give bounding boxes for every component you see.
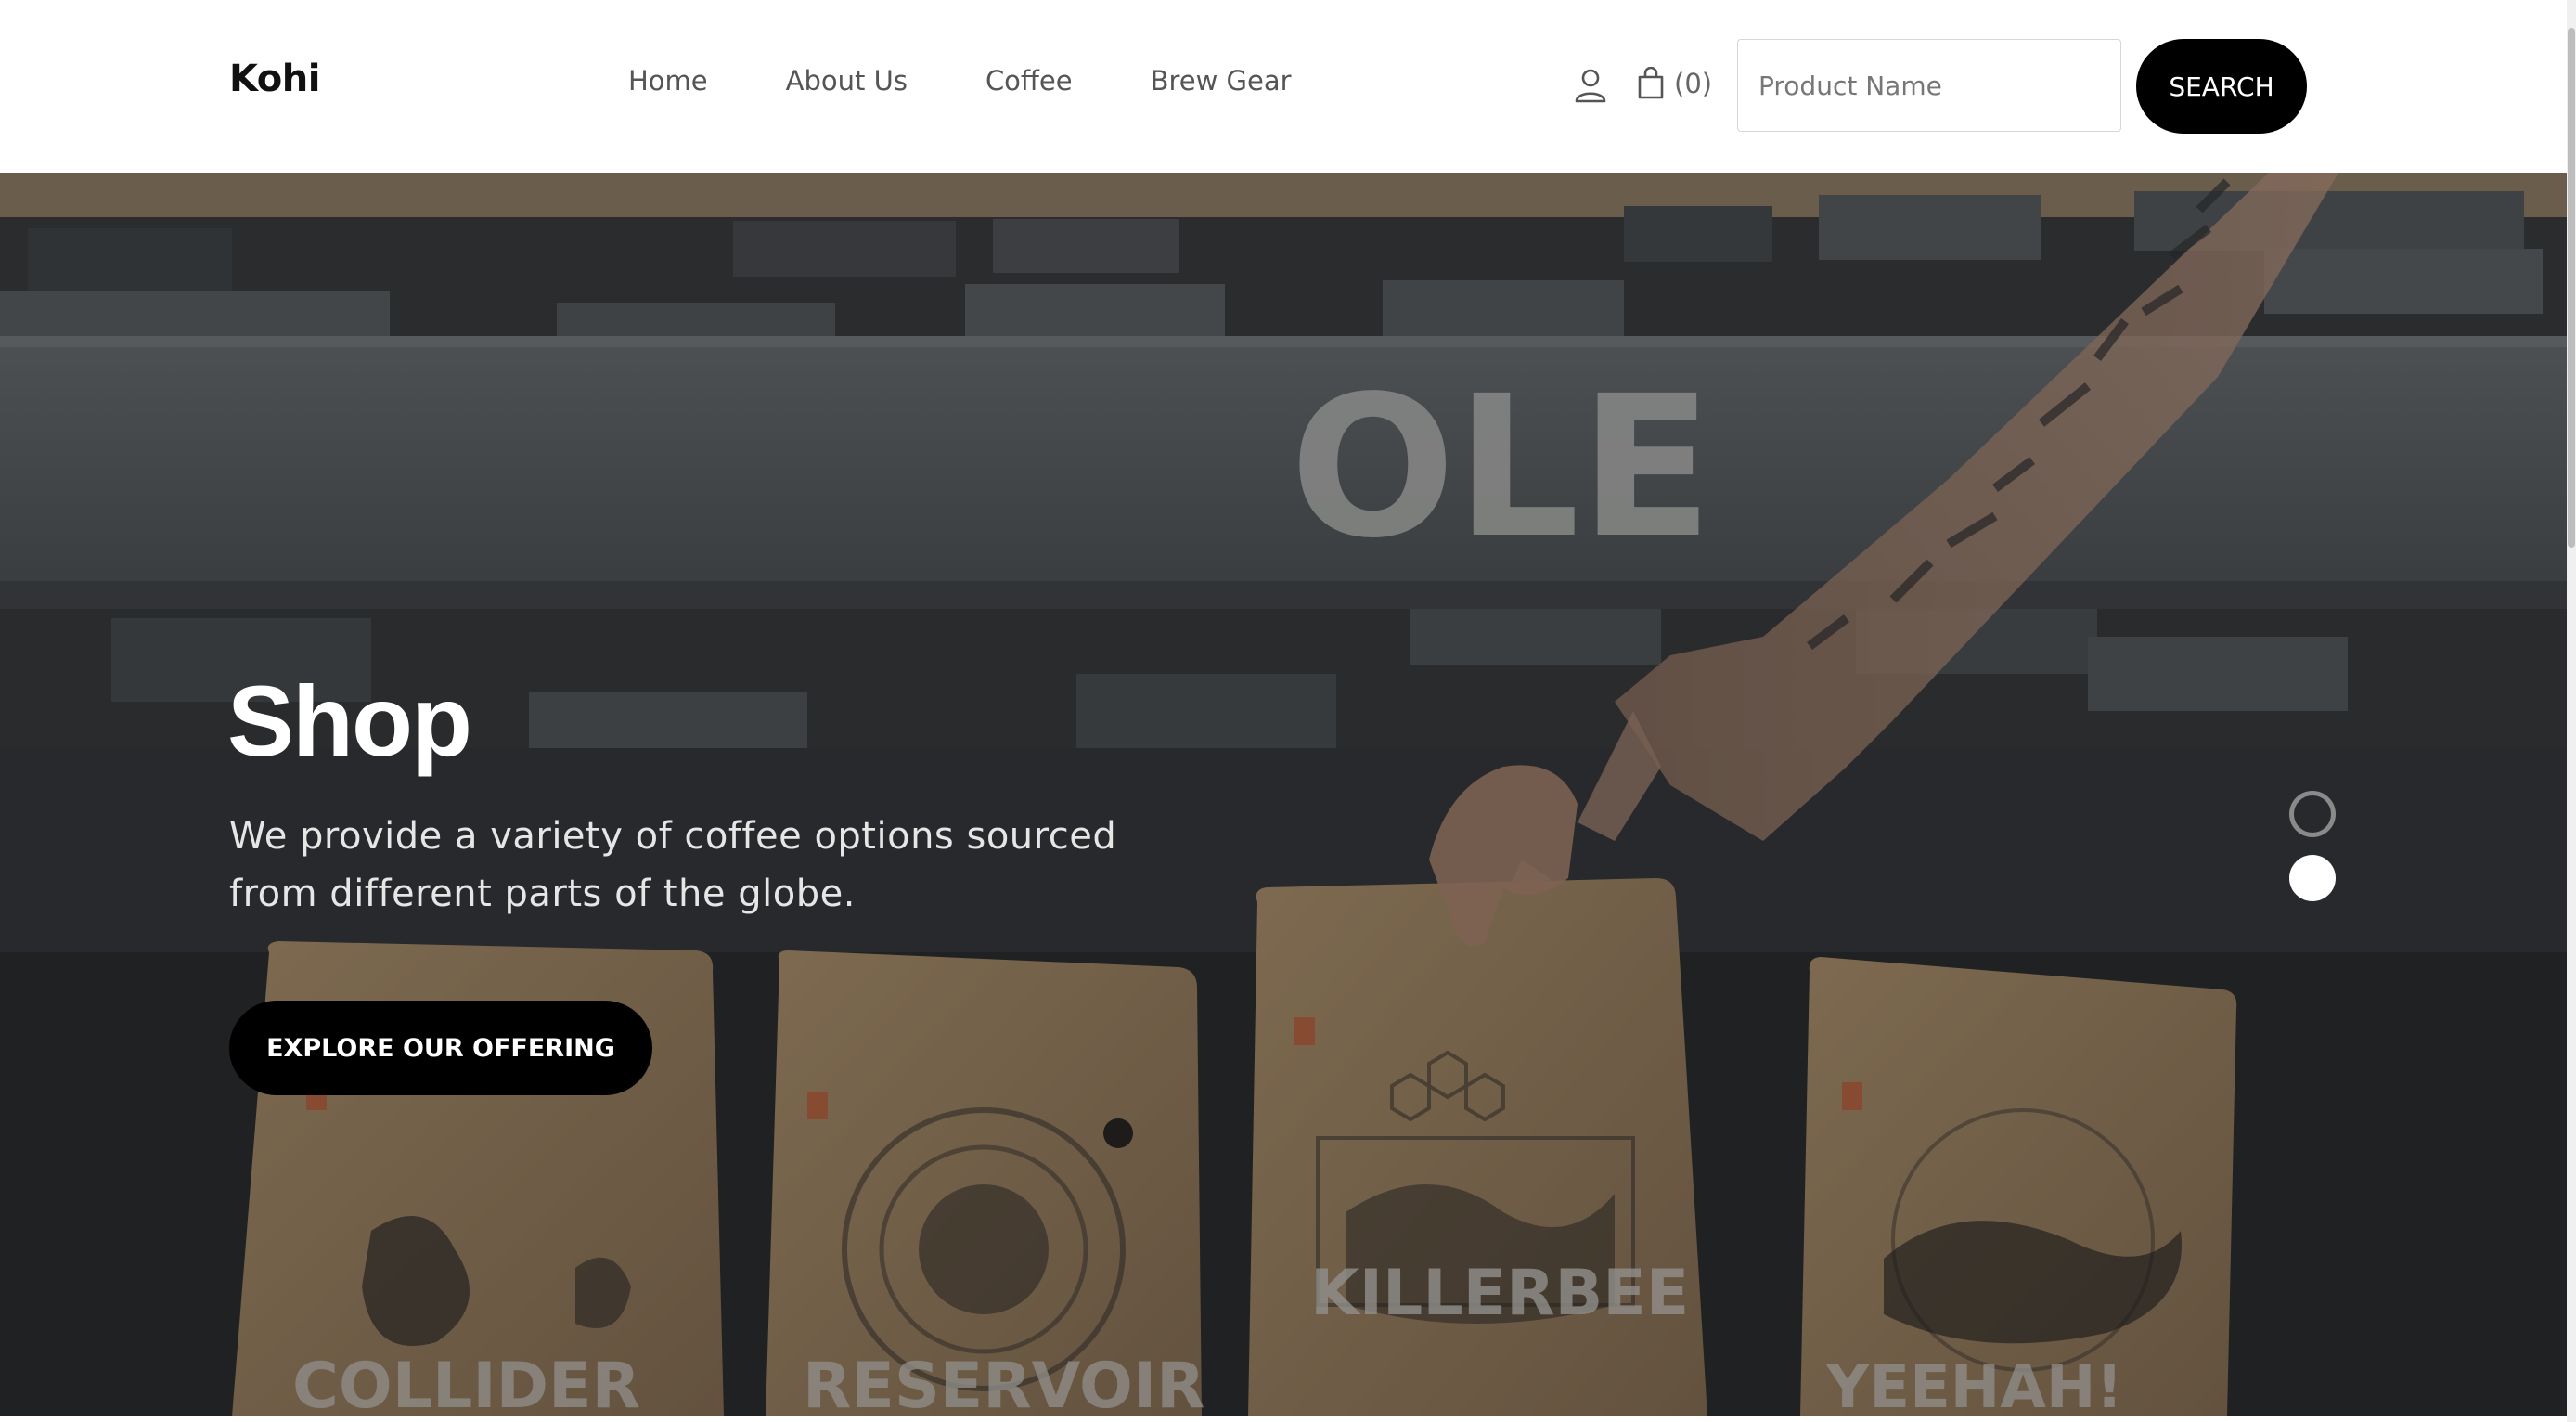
carousel-dot-1[interactable] [2289, 791, 2336, 837]
nav-about-us[interactable]: About Us [786, 65, 908, 97]
site-logo[interactable]: Kohi [229, 58, 320, 100]
nav-coffee[interactable]: Coffee [985, 65, 1073, 97]
hero-banner: OLE COLLIDER RESERVOIR KILLERBEE YEEHAH!… [0, 173, 2567, 1416]
cart-button[interactable]: (0) [1637, 67, 1712, 100]
nav-home[interactable]: Home [628, 65, 708, 97]
nav-brew-gear[interactable]: Brew Gear [1151, 65, 1292, 97]
scrollbar-thumb[interactable] [2568, 28, 2575, 548]
carousel-dot-2-active[interactable] [2289, 855, 2336, 901]
search-button[interactable]: SEARCH [2136, 39, 2307, 134]
cart-count: (0) [1674, 68, 1713, 99]
user-icon[interactable] [1574, 67, 1607, 104]
explore-offering-button[interactable]: EXPLORE OUR OFFERING [229, 1001, 652, 1095]
shopping-bag-icon [1638, 67, 1664, 99]
main-nav: Home About Us Coffee Brew Gear [628, 65, 1370, 97]
hero-subtitle: We provide a variety of coffee options s… [229, 815, 1117, 915]
hero-background-image: OLE COLLIDER RESERVOIR KILLERBEE YEEHAH! [0, 173, 2567, 1416]
hero-title: Shop [227, 665, 472, 777]
search-input[interactable] [1737, 39, 2121, 132]
site-header: Kohi Home About Us Coffee Brew Gear (0) … [0, 0, 2576, 173]
